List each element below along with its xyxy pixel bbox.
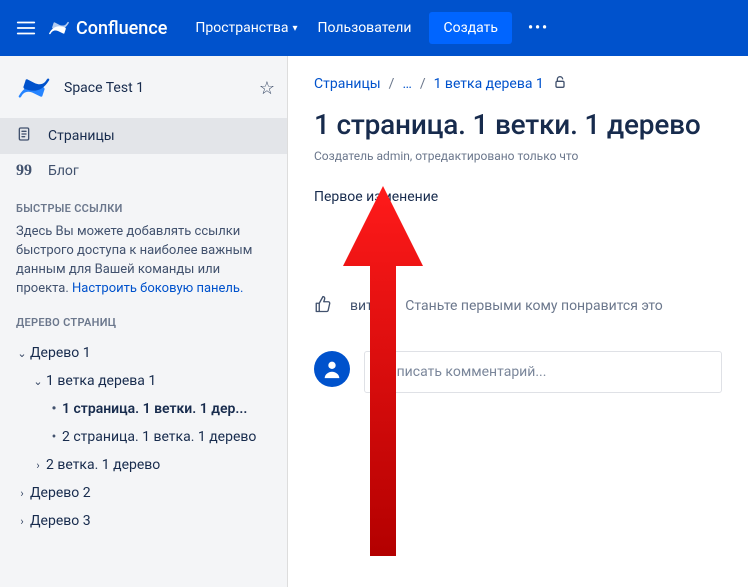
bullet-icon: • bbox=[46, 429, 62, 445]
blog-icon: 99 bbox=[16, 162, 36, 180]
tree-node-current[interactable]: • 1 страница. 1 ветки. 1 дер... bbox=[4, 395, 283, 423]
nav-spaces[interactable]: Пространства ▾ bbox=[185, 12, 307, 44]
like-prompt: Станьте первыми кому понравится это bbox=[405, 298, 662, 314]
breadcrumb-pages[interactable]: Страницы bbox=[314, 76, 381, 92]
main-content: Страницы / … / 1 ветка дерева 1 1 страни… bbox=[288, 56, 748, 587]
space-name[interactable]: Space Test 1 bbox=[64, 80, 259, 96]
comment-input[interactable]: Написать комментарий... bbox=[364, 351, 722, 393]
sidebar-blog[interactable]: 99 Блог bbox=[0, 154, 287, 188]
chevron-right-icon[interactable]: › bbox=[14, 515, 30, 528]
page-tree-heading: ДЕРЕВО СТРАНИЦ bbox=[0, 302, 287, 335]
sidebar: Space Test 1 ☆ Страницы 99 Блог БЫСТРЫЕ … bbox=[0, 56, 288, 587]
tree-node[interactable]: ⌄ Дерево 1 bbox=[4, 339, 283, 367]
thumbs-up-icon[interactable] bbox=[314, 295, 332, 317]
breadcrumb-parent[interactable]: 1 ветка дерева 1 bbox=[434, 76, 544, 92]
chevron-down-icon: ▾ bbox=[293, 23, 298, 34]
breadcrumb: Страницы / … / 1 ветка дерева 1 bbox=[314, 74, 722, 94]
like-row: вится Станьте первыми кому понравится эт… bbox=[314, 295, 722, 317]
tree-node[interactable]: ⌄ 1 ветка дерева 1 bbox=[4, 367, 283, 395]
configure-sidebar-link[interactable]: Настроить боковую панель. bbox=[72, 281, 243, 296]
comment-row: Написать комментарий... bbox=[314, 351, 722, 393]
like-link[interactable]: вится bbox=[350, 298, 387, 314]
brand-text: Confluence bbox=[76, 18, 167, 39]
avatar bbox=[314, 351, 350, 387]
tree-node[interactable]: › 2 ветка. 1 дерево bbox=[4, 451, 283, 479]
pages-icon bbox=[16, 126, 36, 146]
space-header: Space Test 1 ☆ bbox=[0, 56, 287, 118]
brand-logo[interactable]: Confluence bbox=[48, 17, 167, 39]
space-logo-icon bbox=[16, 70, 52, 106]
bullet-icon: • bbox=[46, 401, 62, 417]
hamburger-icon[interactable] bbox=[14, 16, 38, 40]
restrictions-icon[interactable] bbox=[552, 74, 568, 94]
chevron-down-icon[interactable]: ⌄ bbox=[14, 347, 30, 360]
chevron-down-icon[interactable]: ⌄ bbox=[30, 375, 46, 388]
breadcrumb-ellipsis[interactable]: … bbox=[402, 76, 411, 92]
chevron-right-icon[interactable]: › bbox=[14, 487, 30, 500]
sidebar-pages[interactable]: Страницы bbox=[0, 118, 287, 154]
page-tree: ⌄ Дерево 1 ⌄ 1 ветка дерева 1 • 1 страни… bbox=[0, 335, 287, 545]
tree-node[interactable]: › Дерево 2 bbox=[4, 479, 283, 507]
more-menu-button[interactable]: ••• bbox=[518, 12, 559, 44]
tree-node[interactable]: › Дерево 3 bbox=[4, 507, 283, 535]
page-byline: Создатель admin, отредактировано только … bbox=[314, 149, 722, 163]
page-title: 1 страница. 1 ветки. 1 дерево bbox=[314, 108, 722, 141]
quick-links-text: Здесь Вы можете добавлять ссылки быстрог… bbox=[0, 221, 287, 302]
page-body: Первое изменение bbox=[314, 189, 722, 205]
nav-users[interactable]: Пользователи bbox=[308, 12, 422, 44]
create-button[interactable]: Создать bbox=[429, 12, 512, 44]
chevron-right-icon[interactable]: › bbox=[30, 459, 46, 472]
tree-node[interactable]: • 2 страница. 1 ветка. 1 дерево bbox=[4, 423, 283, 451]
top-nav: Confluence Пространства ▾ Пользователи С… bbox=[0, 0, 748, 56]
quick-links-heading: БЫСТРЫЕ ССЫЛКИ bbox=[0, 188, 287, 221]
star-icon[interactable]: ☆ bbox=[259, 78, 275, 99]
